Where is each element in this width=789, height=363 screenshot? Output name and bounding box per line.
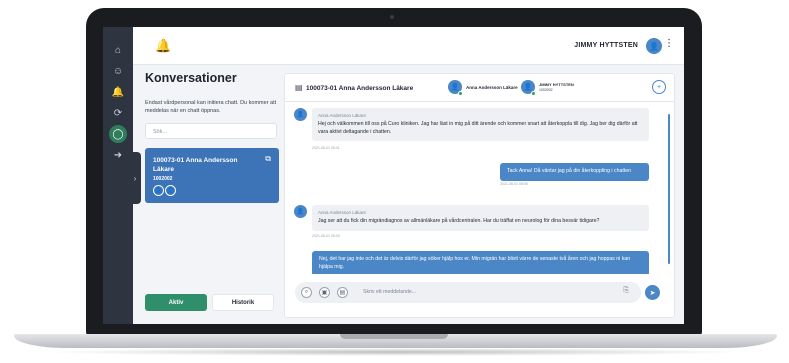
message-input-box[interactable]: ⌕ ▣ ▤ Skriv ett meddelande... ⎘ — [295, 282, 641, 303]
user-avatar-icon[interactable]: 👤 — [646, 38, 662, 54]
user-name: JIMMY HYTTSTEN — [574, 42, 638, 49]
conversation-card-id: 1002002 — [153, 176, 173, 182]
document-icon: ▤ — [295, 83, 303, 92]
more-menu-icon[interactable]: ⋮ — [664, 39, 674, 49]
sender-avatar-icon: 👤 — [294, 108, 307, 121]
message-input[interactable]: Skriv ett meddelande... — [363, 289, 416, 295]
conversation-list-panel: Konversationer Endast vårdpersonal kan i… — [145, 71, 279, 315]
message-composer: ⌕ ▣ ▤ Skriv ett meddelande... ⎘ ➤ — [285, 274, 674, 317]
participant-name: Anna Andersson Läkare — [466, 85, 518, 90]
conversation-card-title: 100073-01 Anna Andersson Läkare — [153, 157, 238, 173]
add-participant-icon[interactable]: + — [652, 80, 666, 94]
tab-history[interactable]: Historik — [212, 294, 274, 311]
profile-icon[interactable]: ☺ — [109, 62, 127, 80]
chat-scrollbar[interactable] — [668, 114, 670, 264]
participant-icon: 👤 — [165, 185, 176, 196]
open-external-icon[interactable]: ⧉ — [265, 154, 271, 164]
notification-bell-icon[interactable]: 🔔 — [109, 83, 127, 101]
chat-title: 100073-01 Anna Andersson Läkare — [306, 85, 414, 92]
message-sender: Anna Andersson Läkare — [318, 210, 367, 215]
top-bar: 🔔 JIMMY HYTTSTEN 👤 ⋮ — [133, 27, 684, 65]
online-status-icon — [531, 91, 536, 96]
page-title: Konversationer — [145, 71, 237, 85]
chat-info-text: Endast vårdpersonal kan initiera chatt. … — [145, 100, 277, 114]
message-timestamp: 2021-08-01 08:01 — [312, 146, 340, 150]
sender-avatar-icon: 👤 — [294, 205, 307, 218]
message-incoming: Anna Andersson Läkare Hej och välkommen … — [312, 108, 649, 141]
participant-name: JIMMY HYTTSTEN — [539, 82, 574, 87]
laptop-camera — [390, 15, 394, 19]
send-button[interactable]: ➤ — [645, 285, 660, 300]
conversation-card[interactable]: 100073-01 Anna Andersson Läkare 1002002 … — [145, 148, 279, 203]
chat-header: ▤ 100073-01 Anna Andersson Läkare 👤 Anna… — [285, 74, 674, 102]
participant-icon: 👤 — [153, 185, 164, 196]
bell-icon[interactable]: 🔔 — [155, 39, 171, 52]
refresh-icon[interactable]: ⟳ — [109, 104, 127, 122]
laptop-notch — [340, 334, 448, 339]
message-outgoing: Tack Anna! Då väntar jag på din återkopp… — [500, 163, 649, 181]
image-icon[interactable]: ▣ — [319, 287, 330, 298]
message-timestamp: 2021-08-01 08:09 — [312, 234, 340, 238]
chat-panel: ▤ 100073-01 Anna Andersson Läkare 👤 Anna… — [284, 73, 675, 318]
message-incoming: Anna Andersson Läkare Jag ser att du fic… — [312, 205, 649, 231]
online-status-icon — [458, 91, 463, 96]
file-icon[interactable]: ⎘ — [623, 287, 629, 295]
message-sender: Anna Andersson Läkare — [318, 113, 367, 118]
message-text: Hej och välkommen till oss på Curo klini… — [318, 121, 638, 135]
participant-icons: 👤 👤 — [153, 185, 176, 196]
message-outgoing: Nej, det har jag inte och det är delvis … — [312, 251, 649, 276]
app-screen: ⌂ ☺ 🔔 ⟳ ◯ ➜ › 🔔 JIMMY HYTTSTEN 👤 ⋮ Konve… — [103, 27, 684, 324]
document-upload-icon[interactable]: ▤ — [337, 287, 348, 298]
participant-id: 1002002 — [539, 88, 553, 92]
home-icon[interactable]: ⌂ — [109, 41, 127, 59]
attachment-icon[interactable]: ⌕ — [301, 287, 312, 298]
collapse-panel-toggle[interactable]: › — [129, 152, 141, 204]
laptop-shadow — [40, 348, 750, 356]
chat-icon[interactable]: ◯ — [109, 125, 127, 143]
message-timestamp: 2021-08-01 08:05 — [500, 182, 528, 186]
logout-icon[interactable]: ➜ — [109, 146, 127, 164]
search-input[interactable]: Sök... — [145, 123, 277, 139]
message-text: Jag ser att du fick din migrändiagnos av… — [318, 218, 600, 224]
tab-active[interactable]: Aktiv — [145, 294, 207, 311]
